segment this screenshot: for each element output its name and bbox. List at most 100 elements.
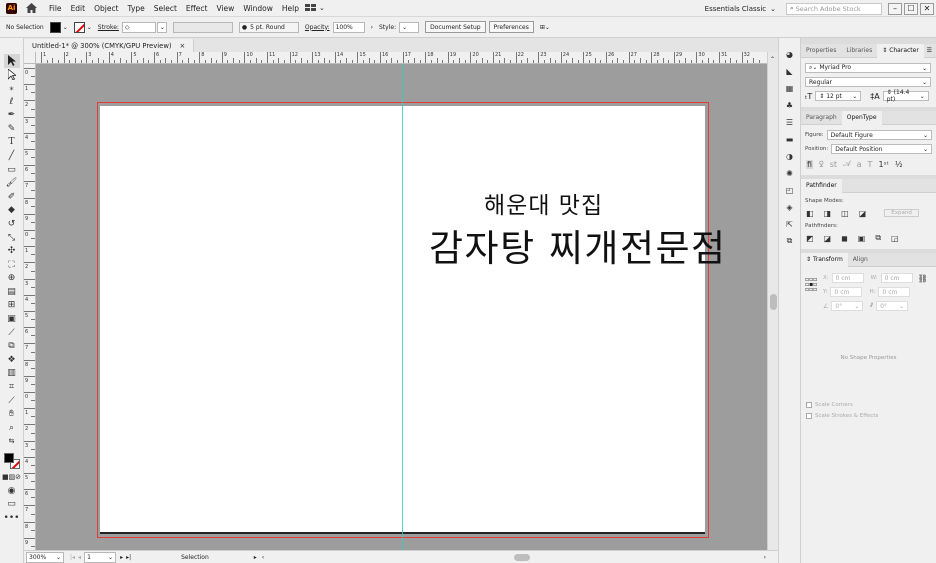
line-segment-tool-icon[interactable]: ╱ — [4, 149, 20, 163]
free-transform-tool-icon[interactable]: ⛶ — [4, 258, 20, 272]
x-input[interactable]: 0 cm — [831, 273, 864, 283]
scroll-right-icon[interactable]: › — [764, 554, 766, 561]
rectangle-tool-icon[interactable]: ▭ — [4, 163, 20, 177]
curvature-tool-icon[interactable]: ✎ — [4, 122, 20, 136]
trim-icon[interactable]: ◪ — [824, 234, 832, 243]
document-tab[interactable]: Untitled-1* @ 300% (CMYK/GPU Preview) × — [24, 39, 195, 52]
slice-tool-icon[interactable]: ⟋ — [4, 394, 20, 408]
vertical-guide[interactable] — [402, 64, 403, 550]
stroke-panel-icon[interactable]: ☰ — [783, 116, 797, 128]
pen-tool-icon[interactable]: ✒ — [4, 108, 20, 122]
close-button[interactable]: ✕ — [920, 2, 934, 15]
fill-color-control[interactable]: ⌄ — [49, 21, 68, 33]
scale-tool-icon[interactable]: ⤡ — [4, 231, 20, 245]
horizontal-ruler[interactable]: 1 2 3 4 5 6 7 8 9 10 11 12 13 14 15 16 17 18 19 20 21 22 23 24 2… — [36, 52, 767, 64]
menu-select[interactable]: Select — [154, 3, 177, 14]
h-input[interactable]: 0 cm — [878, 287, 911, 297]
magic-wand-tool-icon[interactable]: ⁎ — [4, 81, 20, 95]
ruler-origin[interactable] — [24, 52, 36, 64]
type-tool-icon[interactable]: T — [4, 136, 20, 150]
scale-corners-checkbox[interactable] — [806, 401, 812, 408]
fill-indicator[interactable] — [3, 453, 14, 464]
titling-alternates-icon[interactable]: T — [868, 160, 873, 169]
menu-window[interactable]: Window — [243, 3, 273, 14]
position-select[interactable]: Default Position ⌄ — [831, 144, 932, 154]
y-input[interactable]: 0 cm — [830, 287, 863, 297]
headline-line-1[interactable]: 해운대 맛집 — [484, 186, 603, 220]
exclude-icon[interactable]: ◪ — [859, 209, 867, 218]
color-guide-icon[interactable]: ◣ — [783, 65, 797, 77]
column-graph-tool-icon[interactable]: ▥ — [4, 367, 20, 381]
divide-icon[interactable]: ◩ — [806, 234, 814, 243]
eraser-tool-icon[interactable]: ◆ — [4, 204, 20, 218]
minus-front-icon[interactable]: ◨ — [824, 209, 832, 218]
artboard-tool-icon[interactable]: ⌗ — [4, 380, 20, 394]
ligature-icon[interactable]: ﬁ — [806, 159, 814, 169]
status-menu-icon[interactable]: ▸ — [254, 554, 257, 561]
vertical-scroll-thumb[interactable] — [770, 294, 777, 310]
vertical-scrollbar[interactable]: ⌃ — [767, 52, 778, 550]
font-family-input[interactable]: ⌕⌄ Myriad Pro ⌄ — [805, 63, 931, 73]
minimize-button[interactable]: – — [888, 2, 902, 15]
preferences-button[interactable]: Preferences — [488, 21, 534, 33]
menu-object[interactable]: Object — [94, 3, 118, 14]
swap-fill-stroke-icon[interactable]: ⇆ — [4, 435, 20, 449]
contextual-alternates-icon[interactable]: ꝿ — [819, 159, 824, 170]
artboards-panel-icon[interactable]: ⧉ — [783, 235, 797, 247]
hand-tool-icon[interactable]: ✋︎ — [4, 407, 20, 421]
lasso-tool-icon[interactable]: ℓ — [4, 95, 20, 109]
menu-help[interactable]: Help — [282, 3, 299, 14]
brush-definition[interactable]: ● 5 pt. Round — [238, 21, 299, 33]
tab-properties[interactable]: Properties — [801, 44, 841, 58]
tab-pathfinder[interactable]: Pathfinder — [801, 178, 842, 193]
rotate-tool-icon[interactable]: ↺ — [4, 217, 20, 231]
selection-tool-icon[interactable] — [3, 54, 20, 68]
headline-line-2[interactable]: 감자탕 찌개전문점 — [429, 218, 727, 272]
tab-close-icon[interactable]: × — [180, 42, 186, 50]
rotate-input[interactable]: 0° ⌄ — [831, 301, 864, 311]
zoom-level-input[interactable]: 300% ⌄ — [26, 551, 64, 563]
scale-corners-option[interactable]: Scale Corners — [801, 399, 936, 410]
opacity-label[interactable]: Opacity: — [305, 24, 330, 31]
expand-button[interactable]: Expand — [884, 209, 919, 217]
intersect-icon[interactable]: ◫ — [841, 209, 849, 218]
arrange-documents-button[interactable]: ⌄ — [305, 4, 325, 12]
screen-mode-icon[interactable]: ▭ — [4, 497, 20, 511]
gradient-tool-icon[interactable]: ▣ — [4, 312, 20, 326]
menu-type[interactable]: Type — [128, 3, 145, 14]
blend-tool-icon[interactable]: ⧉ — [4, 339, 20, 353]
tab-align[interactable]: Align — [848, 253, 873, 267]
constrain-proportions-icon[interactable]: ⛓ — [918, 274, 928, 283]
search-stock-input[interactable]: ⌕ Search Adobe Stock — [786, 2, 882, 15]
shape-builder-tool-icon[interactable]: ⊕ — [4, 272, 20, 286]
symbol-sprayer-tool-icon[interactable]: ❖ — [4, 353, 20, 367]
workspace-switcher[interactable]: Essentials Classic ⌄ — [705, 5, 776, 13]
brushes-panel-icon[interactable]: ♣ — [783, 99, 797, 111]
horizontal-scroll-thumb[interactable] — [514, 554, 530, 561]
tab-opentype[interactable]: OpenType — [841, 110, 882, 125]
scale-strokes-option[interactable]: Scale Strokes & Effects — [801, 410, 936, 421]
align-menu-icon[interactable]: ⊞⌄ — [540, 24, 550, 31]
tab-libraries[interactable]: Libraries — [841, 44, 877, 58]
eyedropper-tool-icon[interactable]: ⟋ — [4, 326, 20, 340]
graphic-style-picker[interactable]: ⌄ — [399, 21, 420, 33]
scale-strokes-checkbox[interactable] — [806, 412, 812, 419]
tab-transform[interactable]: ⇕ Transform — [801, 252, 848, 267]
more-tools-icon[interactable]: ••• — [4, 511, 20, 525]
stylistic-alternates-icon[interactable]: a — [857, 160, 862, 169]
tab-character[interactable]: ⇕ Character — [877, 43, 924, 58]
ordinals-icon[interactable]: 1ˢᵗ — [878, 160, 888, 169]
shear-input[interactable]: 0° ⌄ — [876, 301, 909, 311]
graphic-styles-icon[interactable]: ◰ — [783, 184, 797, 196]
stroke-label[interactable]: Stroke: — [98, 24, 119, 31]
panel-menu-icon[interactable]: ☰ — [927, 47, 932, 54]
swatches-panel-icon[interactable]: ▦ — [783, 82, 797, 94]
variable-width-profile[interactable] — [172, 21, 233, 33]
stroke-weight-dropdown[interactable]: ⌄ — [156, 21, 167, 33]
vertical-ruler[interactable]: 0 1 2 3 4 5 6 7 8 9 0 1 2 3 4 5 6 7 8 9 0 1 2 3 4 5 6 7 8 9 — [24, 64, 36, 550]
next-artboard-icon[interactable]: ▸ — [120, 554, 123, 561]
direct-selection-tool-icon[interactable] — [4, 68, 20, 82]
previous-artboard-icon[interactable]: ◂ — [78, 554, 81, 561]
crop-icon[interactable]: ▣ — [858, 234, 866, 243]
artboard-number-input[interactable]: 1 ⌄ — [84, 551, 117, 563]
